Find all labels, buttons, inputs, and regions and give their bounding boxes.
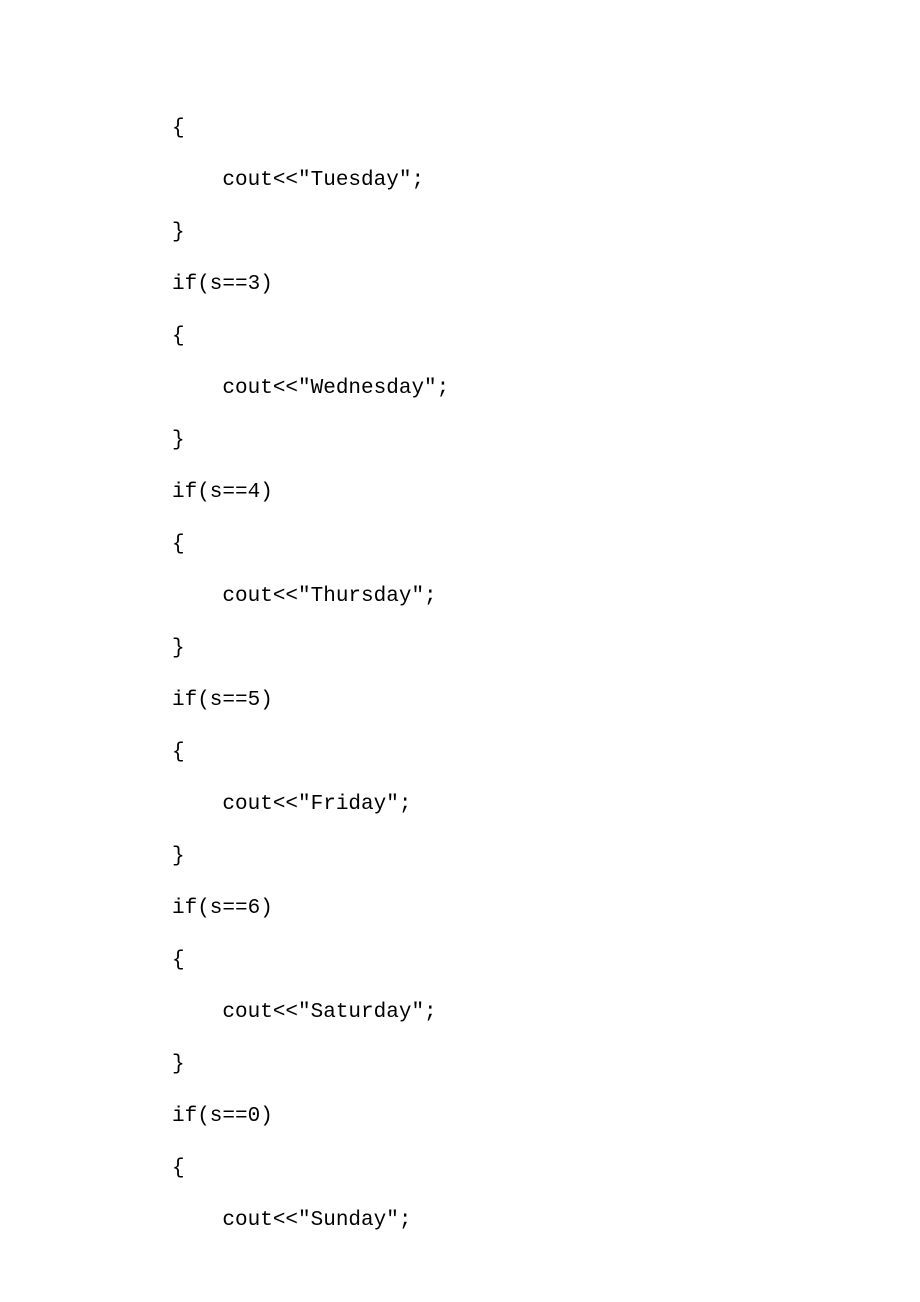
- code-content: { cout<<"Tuesday"; } if(s==3) { cout<<"W…: [172, 116, 920, 1260]
- code-line: {: [172, 532, 920, 584]
- code-line: }: [172, 844, 920, 896]
- code-line: cout<<"Wednesday";: [172, 376, 920, 428]
- code-line: cout<<"Sunday";: [172, 1208, 920, 1260]
- code-line: {: [172, 324, 920, 376]
- code-line: if(s==3): [172, 272, 920, 324]
- code-line: }: [172, 428, 920, 480]
- code-line: if(s==5): [172, 688, 920, 740]
- code-line: cout<<"Saturday";: [172, 1000, 920, 1052]
- code-line: {: [172, 948, 920, 1000]
- code-line: if(s==4): [172, 480, 920, 532]
- code-line: cout<<"Thursday";: [172, 584, 920, 636]
- code-line: if(s==6): [172, 896, 920, 948]
- code-line: }: [172, 1052, 920, 1104]
- code-line: }: [172, 636, 920, 688]
- code-line: {: [172, 740, 920, 792]
- code-line: }: [172, 220, 920, 272]
- code-line: {: [172, 116, 920, 168]
- code-line: cout<<"Friday";: [172, 792, 920, 844]
- code-line: cout<<"Tuesday";: [172, 168, 920, 220]
- code-line: if(s==0): [172, 1104, 920, 1156]
- code-line: {: [172, 1156, 920, 1208]
